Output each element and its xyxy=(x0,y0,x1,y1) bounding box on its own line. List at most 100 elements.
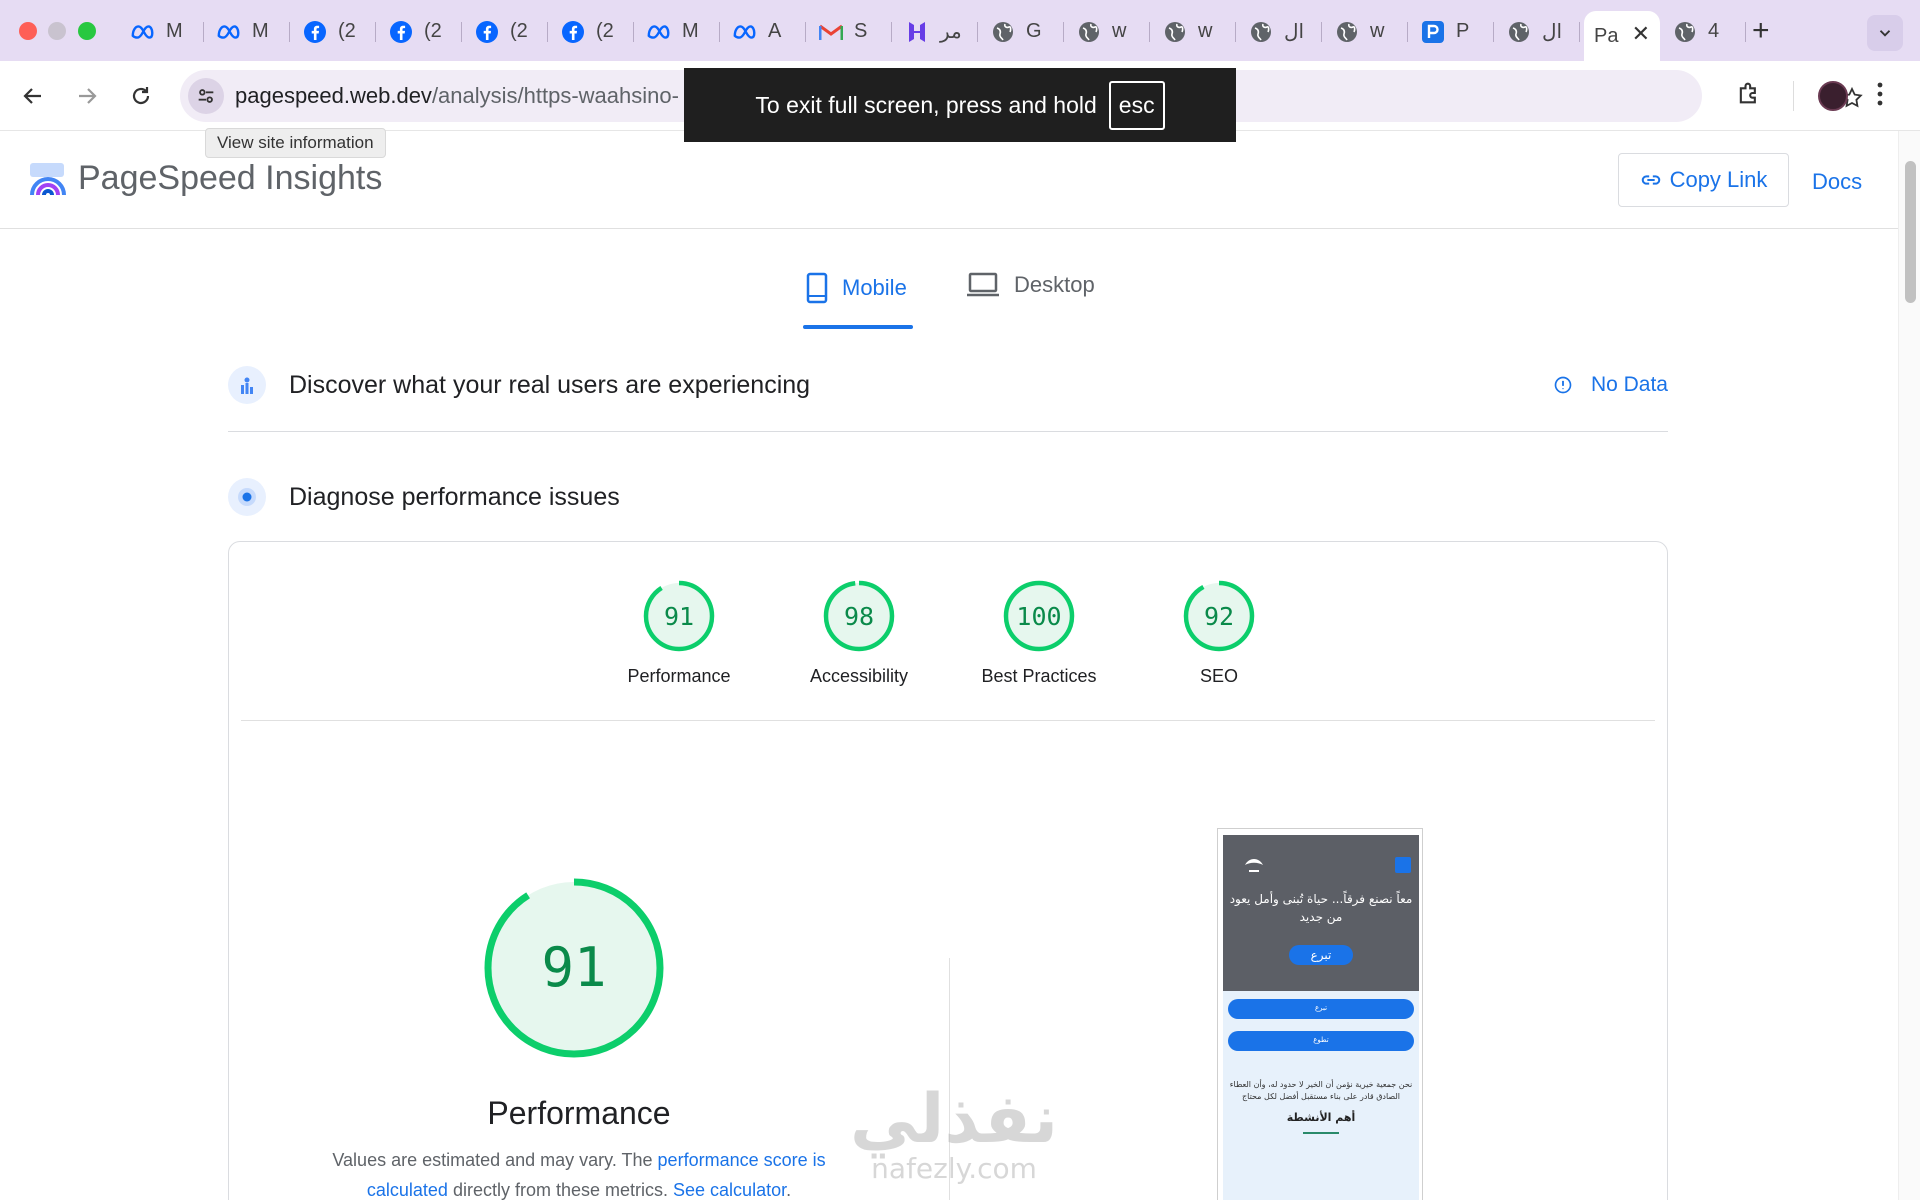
browser-tab-3[interactable]: (2 xyxy=(292,11,376,52)
new-tab-button[interactable]: + xyxy=(1752,14,1770,48)
browser-tab-label: w xyxy=(1198,20,1213,42)
browser-tab-8[interactable]: A xyxy=(722,11,806,52)
preview-title-underline xyxy=(1303,1132,1339,1134)
forward-button[interactable] xyxy=(70,79,104,113)
scrollbar-thumb[interactable] xyxy=(1905,161,1916,303)
score-label: Accessibility xyxy=(809,666,909,686)
browser-tab-2[interactable]: M xyxy=(206,11,290,52)
browser-tab-15[interactable]: w xyxy=(1324,11,1408,52)
browser-tab-label: مر xyxy=(940,21,962,43)
page-scrollbar[interactable] xyxy=(1898,131,1920,1200)
browser-tab-label: (2 xyxy=(338,20,356,42)
browser-tab-1[interactable]: M xyxy=(120,11,204,52)
browser-menu-button[interactable] xyxy=(1874,79,1886,114)
score-label: Best Practices xyxy=(981,666,1097,686)
back-button[interactable] xyxy=(16,79,50,113)
browser-tab-7[interactable]: M xyxy=(636,11,720,52)
browser-tab-10[interactable]: مر xyxy=(894,11,978,52)
brand-title[interactable]: PageSpeed Insights xyxy=(78,159,382,198)
profile-avatar[interactable] xyxy=(1818,81,1848,111)
link-icon xyxy=(1641,175,1660,185)
globe-icon xyxy=(1672,19,1698,45)
browser-tab-14[interactable]: ال xyxy=(1238,11,1322,52)
preview-headline: معاً نصنع فرقاً... حياة تُبنى وأمل يعود … xyxy=(1229,892,1413,924)
browser-tab-12[interactable]: w xyxy=(1066,11,1150,52)
docs-link[interactable]: Docs xyxy=(1812,169,1862,195)
browser-tab-label: A xyxy=(768,20,782,42)
arrow-left-icon xyxy=(23,88,41,104)
browser-tab-16[interactable]: P xyxy=(1410,11,1494,52)
facebook-icon xyxy=(560,19,586,45)
chevron-down-icon xyxy=(1879,30,1891,37)
globe-icon xyxy=(1334,19,1360,45)
toolbar-divider xyxy=(1793,81,1794,111)
tab-separator xyxy=(461,22,462,42)
tab-separator xyxy=(633,22,634,42)
globe-icon xyxy=(1076,19,1102,45)
fullscreen-notice: To exit full screen, press and hold esc xyxy=(684,68,1236,142)
site-info-tooltip: View site information xyxy=(205,128,386,158)
tab-separator xyxy=(719,22,720,42)
fullscreen-notice-text: To exit full screen, press and hold xyxy=(755,91,1097,118)
no-data-button[interactable]: No Data xyxy=(1553,373,1668,397)
score-value: 100 xyxy=(1016,602,1061,631)
browser-tab-strip: M M (2 (2 (2 (2 M A S مر Gw w ال w P ال Pa ✕ 4 + xyxy=(0,0,1920,61)
browser-tab-9[interactable]: S xyxy=(808,11,892,52)
browser-tab-label: S xyxy=(854,20,868,42)
score-gauge-seo[interactable]: 92 SEO xyxy=(1139,578,1299,687)
tab-separator xyxy=(1321,22,1322,42)
tab-mobile[interactable]: Mobile xyxy=(806,272,907,304)
score-gauge-performance[interactable]: 91 Performance xyxy=(599,578,759,687)
close-window-button[interactable] xyxy=(19,22,37,40)
tab-separator xyxy=(547,22,548,42)
performance-description: Values are estimated and may vary. The p… xyxy=(299,1145,859,1200)
tab-mobile-label: Mobile xyxy=(842,275,907,300)
url-text: pagespeed.web.dev/analysis/https-waahsin… xyxy=(235,83,679,109)
facebook-icon xyxy=(474,19,500,45)
browser-tab-19[interactable]: 4 xyxy=(1662,11,1746,52)
score-ring: 98 xyxy=(823,580,895,652)
browser-tab-13[interactable]: w xyxy=(1152,11,1236,52)
close-tab-icon[interactable]: ✕ xyxy=(1632,21,1650,47)
score-value: 98 xyxy=(844,602,874,631)
browser-tab-6[interactable]: (2 xyxy=(550,11,634,52)
browser-tab-5[interactable]: (2 xyxy=(464,11,548,52)
copy-link-label: Copy Link xyxy=(1669,167,1768,192)
hostinger-icon xyxy=(904,19,930,45)
extensions-button[interactable] xyxy=(1735,79,1763,112)
watermark-latin: nafezly.com xyxy=(871,1152,1037,1185)
real-users-section: Discover what your real users are experi… xyxy=(228,366,1668,432)
score-ring: 92 xyxy=(1183,580,1255,652)
fullscreen-window-button[interactable] xyxy=(78,22,96,40)
browser-tab-18[interactable]: Pa ✕ xyxy=(1584,11,1660,61)
browser-tab-17[interactable]: ال xyxy=(1496,11,1580,52)
see-calculator-link[interactable]: See calculator xyxy=(673,1180,786,1200)
browser-tab-11[interactable]: G xyxy=(980,11,1064,52)
score-gauge-best-practices[interactable]: 100 Best Practices xyxy=(959,578,1119,687)
tab-separator xyxy=(1745,22,1746,42)
preview-button-2: تطوع xyxy=(1228,1031,1414,1051)
reload-button[interactable] xyxy=(124,79,158,113)
pagespeed-logo-icon[interactable] xyxy=(28,161,68,202)
tab-desktop[interactable]: Desktop xyxy=(966,272,1095,298)
tab-separator xyxy=(375,22,376,42)
performance-big-ring: 91 xyxy=(484,878,664,1058)
browser-tab-label: Pa xyxy=(1594,24,1619,47)
performance-title: Performance xyxy=(487,1095,671,1131)
tab-separator xyxy=(1493,22,1494,42)
site-info-button[interactable] xyxy=(188,78,224,114)
perf-desc-text-2: directly from these metrics. xyxy=(447,1180,674,1200)
reload-icon xyxy=(132,87,150,105)
tab-separator xyxy=(891,22,892,42)
score-gauge-accessibility[interactable]: 98 Accessibility xyxy=(779,578,939,687)
browser-tab-4[interactable]: (2 xyxy=(378,11,462,52)
page-screenshot-preview: معاً نصنع فرقاً... حياة تُبنى وأمل يعود … xyxy=(1217,828,1423,1200)
lighthouse-diagnose-icon xyxy=(228,478,266,516)
score-value: 91 xyxy=(664,602,694,631)
preview-donate-cta: تبرع xyxy=(1289,945,1353,965)
minimize-window-button[interactable] xyxy=(48,22,66,40)
tab-search-button[interactable] xyxy=(1867,15,1903,51)
diagnose-section: Diagnose performance issues xyxy=(228,478,1668,518)
copy-link-button[interactable]: Copy Link xyxy=(1618,153,1789,207)
arrow-right-icon xyxy=(79,88,97,104)
